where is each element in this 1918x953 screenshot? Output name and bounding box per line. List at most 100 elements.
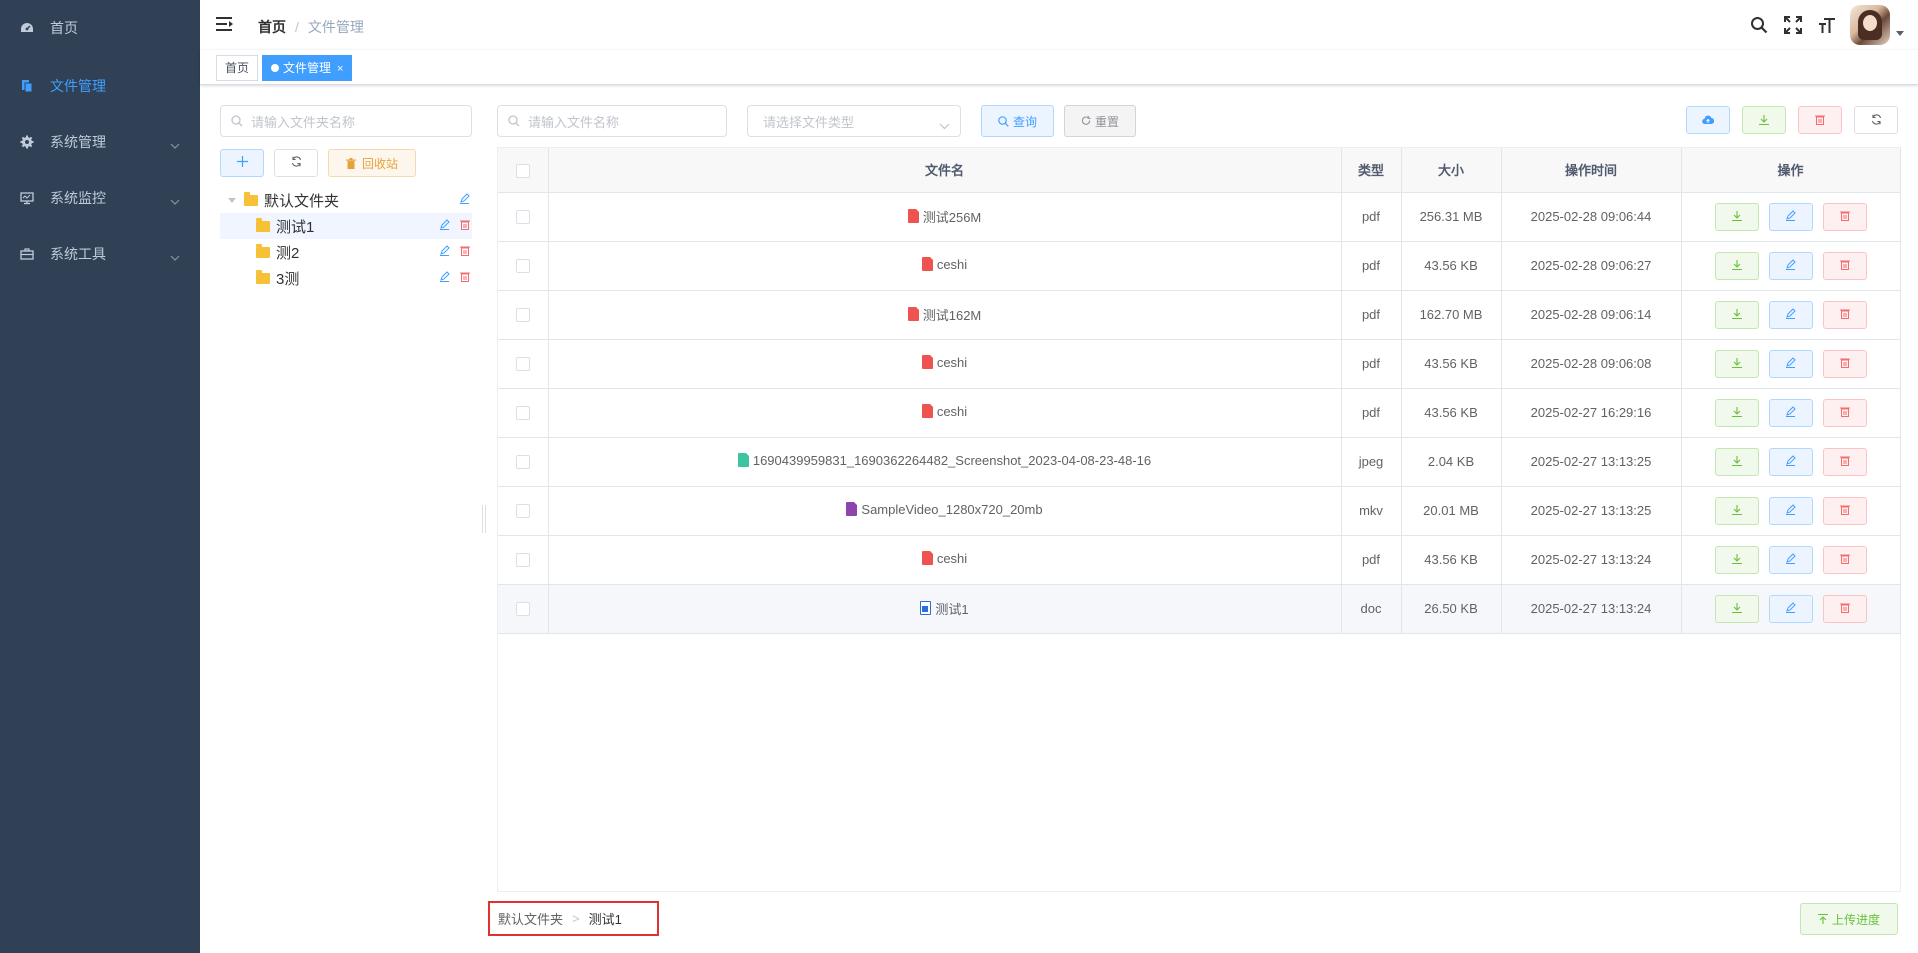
edit-icon[interactable] [439,245,450,256]
fullscreen-icon[interactable] [1776,0,1810,50]
row-checkbox[interactable] [515,259,530,274]
row-checkbox[interactable] [515,308,530,323]
search-icon[interactable] [1742,0,1776,50]
row-checkbox[interactable] [515,602,530,617]
row-checkbox[interactable] [515,553,530,568]
close-icon[interactable]: × [337,63,343,75]
row-checkbox[interactable] [515,210,530,225]
column-header-name[interactable]: 文件名 [548,148,1342,193]
tree-node-ce2[interactable]: 测2 [220,239,472,265]
trash-icon[interactable] [460,245,470,256]
table-row[interactable]: 测试1 doc 26.50 KB 2025-02-27 13:13:24 [498,584,1901,634]
query-button[interactable]: 查询 [981,105,1054,137]
row-edit-button[interactable] [1768,447,1813,476]
sidebar-item-system-monitor[interactable]: 系统监控 [0,170,200,226]
column-header-size[interactable]: 大小 [1401,148,1502,193]
user-avatar-dropdown[interactable] [1850,5,1904,45]
path-root-link[interactable]: 默认文件夹 [498,909,563,928]
table-row[interactable]: ceshi pdf 43.56 KB 2025-02-27 13:13:24 [498,535,1901,585]
file-name[interactable]: ceshi [921,404,967,419]
row-download-button[interactable] [1714,349,1759,378]
row-delete-button[interactable] [1822,202,1867,231]
row-download-button[interactable] [1714,202,1759,231]
column-header-type[interactable]: 类型 [1341,148,1402,193]
table-row[interactable]: 测试162M pdf 162.70 MB 2025-02-28 09:06:14 [498,290,1901,340]
row-delete-button[interactable] [1822,447,1867,476]
tag-file-manage[interactable]: 文件管理 × [262,55,353,81]
refresh-table-button[interactable] [1854,106,1898,134]
table-row[interactable]: 1690439959831_1690362264482_Screenshot_2… [498,437,1901,487]
expand-arrow-icon[interactable] [228,197,236,203]
file-name[interactable]: ceshi [921,257,967,272]
table-row[interactable]: ceshi pdf 43.56 KB 2025-02-27 16:29:16 [498,388,1901,438]
file-name[interactable]: 测试256M [907,207,981,226]
row-delete-button[interactable] [1822,251,1867,280]
file-name[interactable]: SampleVideo_1280x720_20mb [846,502,1043,517]
sidebar-item-system-tools[interactable]: 系统工具 [0,226,200,282]
row-edit-button[interactable] [1768,300,1813,329]
sidebar-item-home[interactable]: 首页 [0,0,200,56]
row-download-button[interactable] [1714,447,1759,476]
sidebar-item-system-manage[interactable]: 系统管理 [0,114,200,170]
file-name[interactable]: ceshi [921,355,967,370]
tag-home[interactable]: 首页 [216,55,259,81]
tree-node-test1[interactable]: 测试1 [220,213,472,239]
select-all-checkbox[interactable] [515,163,530,178]
table-row[interactable]: SampleVideo_1280x720_20mb mkv 20.01 MB 2025… [498,486,1901,536]
row-delete-button[interactable] [1822,398,1867,427]
row-checkbox[interactable] [515,357,530,372]
row-edit-button[interactable] [1768,202,1813,231]
row-download-button[interactable] [1714,496,1759,525]
trash-icon[interactable] [460,271,470,282]
edit-icon[interactable] [439,271,450,282]
reset-button[interactable]: 重置 [1064,105,1136,137]
file-type-select[interactable]: 请选择文件类型 [747,105,961,137]
row-download-button[interactable] [1714,545,1759,574]
tree-node-3ce[interactable]: 3测 [220,265,472,291]
row-edit-button[interactable] [1768,545,1813,574]
trash-icon[interactable] [460,219,470,230]
table-row[interactable]: ceshi pdf 43.56 KB 2025-02-28 09:06:27 [498,241,1901,291]
row-download-button[interactable] [1714,300,1759,329]
row-delete-button[interactable] [1822,545,1867,574]
table-row[interactable]: 测试256M pdf 256.31 MB 2025-02-28 09:06:44 [498,192,1901,242]
add-folder-button[interactable] [220,149,264,177]
edit-icon[interactable] [459,193,470,204]
breadcrumb-home-link[interactable]: 首页 [258,17,286,37]
row-checkbox[interactable] [515,406,530,421]
table-row[interactable]: ceshi pdf 43.56 KB 2025-02-28 09:06:08 [498,339,1901,389]
row-download-button[interactable] [1714,251,1759,280]
column-header-time[interactable]: 操作时间 [1501,148,1682,193]
folder-search-input[interactable]: 请输入文件夹名称 [220,105,472,137]
edit-icon[interactable] [439,219,450,230]
recycle-bin-button[interactable]: 回收站 [328,149,416,177]
file-name[interactable]: 1690439959831_1690362264482_Screenshot_2… [737,453,1151,468]
row-checkbox[interactable] [515,504,530,519]
row-edit-button[interactable] [1768,251,1813,280]
file-name[interactable]: 测试162M [907,305,981,324]
row-edit-button[interactable] [1768,398,1813,427]
row-edit-button[interactable] [1768,349,1813,378]
panel-resize-handle[interactable] [482,505,486,533]
row-download-button[interactable] [1714,398,1759,427]
row-delete-button[interactable] [1822,594,1867,623]
row-edit-button[interactable] [1768,496,1813,525]
delete-button[interactable] [1798,106,1842,134]
file-name[interactable]: 测试1 [920,599,969,618]
font-size-icon[interactable] [1810,0,1844,50]
sidebar-item-file-manage[interactable]: 文件管理 [0,58,200,114]
refresh-folder-button[interactable] [274,149,318,177]
download-button[interactable] [1742,106,1786,134]
row-edit-button[interactable] [1768,594,1813,623]
row-delete-button[interactable] [1822,300,1867,329]
row-download-button[interactable] [1714,594,1759,623]
row-delete-button[interactable] [1822,496,1867,525]
upload-progress-button[interactable]: 上传进度 [1800,903,1898,935]
file-name-search-input[interactable]: 请输入文件名称 [497,105,727,137]
row-checkbox[interactable] [515,455,530,470]
tree-node-default-folder[interactable]: 默认文件夹 [220,187,472,213]
file-name[interactable]: ceshi [921,551,967,566]
hamburger-menu-icon[interactable] [216,16,236,34]
upload-button[interactable] [1686,106,1730,134]
row-delete-button[interactable] [1822,349,1867,378]
